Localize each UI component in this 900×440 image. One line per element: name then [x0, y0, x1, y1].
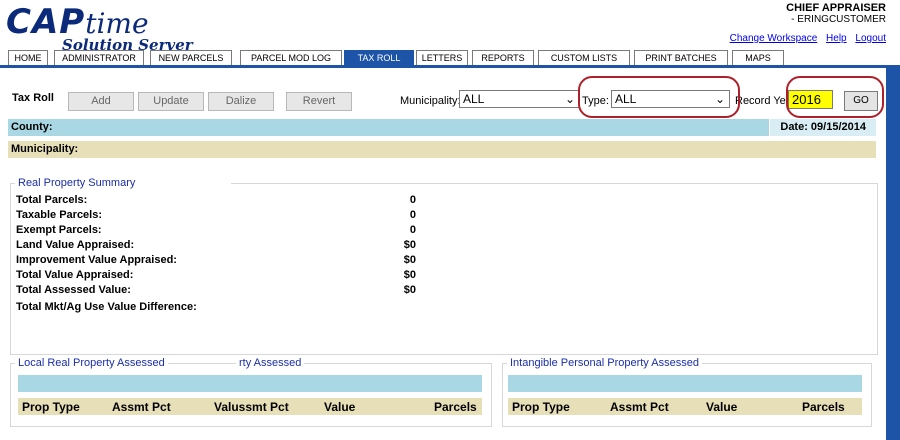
- tab-administrator[interactable]: ADMINISTRATOR: [54, 50, 144, 66]
- county-bar: County: Date: 09/15/2014: [8, 119, 876, 136]
- column-header: Prop Type: [22, 400, 80, 414]
- toolbar-title: Tax Roll: [12, 92, 54, 104]
- logout-link[interactable]: Logout: [855, 33, 886, 44]
- summary-value: $0: [403, 284, 416, 296]
- summary-label: Total Parcels:: [16, 194, 88, 206]
- app-header: CAPtime Solution Server CHIEF APPRAISER …: [0, 0, 900, 54]
- municipality-info-label: Municipality:: [11, 143, 79, 155]
- municipality-select[interactable]: ALL ⌄: [459, 90, 580, 108]
- header-links: Change Workspace Help Logout: [724, 33, 886, 44]
- tab-parcel-mod-log[interactable]: PARCEL MOD LOG: [240, 50, 342, 66]
- real-property-summary: [10, 183, 878, 355]
- tab-print-batches[interactable]: PRINT BATCHES: [634, 50, 728, 66]
- summary-label: Total Assessed Value:: [16, 284, 131, 296]
- column-header: Assmt Pct: [610, 400, 669, 414]
- tax-roll-toolbar: Tax Roll Add Update Dalize Revert Munici…: [8, 76, 884, 118]
- update-button[interactable]: Update: [138, 92, 204, 111]
- revert-button[interactable]: Revert: [286, 92, 352, 111]
- intangible-legend: Intangible Personal Property Assessed: [507, 357, 702, 369]
- municipality-label: Municipality:: [400, 95, 461, 107]
- summary-value: 0: [409, 224, 416, 236]
- summary-value: 0: [409, 194, 416, 206]
- user-name: - ERINGCUSTOMER: [791, 14, 886, 25]
- local-real-property-assessed: [10, 363, 492, 427]
- municipality-value: ALL: [463, 92, 485, 106]
- date-display: Date: 09/15/2014: [769, 119, 876, 136]
- summary-label: Taxable Parcels:: [16, 209, 103, 221]
- local-real-table-header: Prop Type Assmt Pct Valussmt Pct Value P…: [18, 398, 482, 415]
- tab-underline: [0, 65, 900, 68]
- year-highlight-oval: [786, 76, 884, 118]
- tab-letters[interactable]: LETTERS: [416, 50, 468, 66]
- intangible-table-bar: [508, 375, 862, 392]
- column-header: Prop Type: [512, 400, 570, 414]
- add-button[interactable]: Add: [68, 92, 134, 111]
- tab-maps[interactable]: MAPS: [732, 50, 784, 66]
- finalize-button[interactable]: Dalize: [208, 92, 274, 111]
- cap-time-logo: CAPtime Solution Server: [6, 2, 193, 54]
- tab-tax-roll[interactable]: TAX ROLL: [344, 50, 414, 66]
- intangible-table-header: Prop Type Assmt Pct Value Parcels: [508, 398, 862, 415]
- summary-value: $0: [403, 254, 416, 266]
- tab-reports[interactable]: REPORTS: [472, 50, 534, 66]
- column-header: Assmt Pct: [112, 400, 171, 414]
- column-header: Parcels: [434, 400, 477, 414]
- municipality-bar: Municipality:: [8, 141, 876, 158]
- tab-custom-lists[interactable]: CUSTOM LISTS: [538, 50, 630, 66]
- type-highlight-oval: [578, 76, 740, 118]
- local-real-legend-overlap: rty Assessed: [236, 357, 305, 369]
- summary-legend: Real Property Summary: [15, 177, 231, 189]
- summary-label: Total Value Appraised:: [16, 269, 134, 281]
- user-role: CHIEF APPRAISER: [786, 2, 886, 14]
- change-workspace-link[interactable]: Change Workspace: [730, 33, 818, 44]
- local-real-legend: Local Real Property Assessed: [15, 357, 168, 369]
- tab-home[interactable]: HOME: [8, 50, 48, 66]
- column-header: Value: [706, 400, 738, 414]
- summary-label: Exempt Parcels:: [16, 224, 102, 236]
- summary-value: $0: [403, 269, 416, 281]
- user-info: CHIEF APPRAISER - ERINGCUSTOMER: [786, 2, 886, 26]
- help-link[interactable]: Help: [826, 33, 847, 44]
- column-header: Value: [324, 400, 356, 414]
- summary-label: Improvement Value Appraised:: [16, 254, 177, 266]
- intangible-personal-property-assessed: [502, 363, 872, 427]
- column-header: Parcels: [802, 400, 845, 414]
- tab-new-parcels[interactable]: NEW PARCELS: [150, 50, 232, 66]
- summary-label: Total Mkt/Ag Use Value Difference:: [16, 301, 197, 313]
- summary-value: 0: [409, 209, 416, 221]
- main-tab-bar: HOME ADMINISTRATOR NEW PARCELS PARCEL MO…: [0, 50, 900, 66]
- summary-value: $0: [403, 239, 416, 251]
- right-frame-border: [886, 65, 900, 440]
- local-real-table-bar: [18, 375, 482, 392]
- column-header: Valussmt Pct: [214, 400, 289, 414]
- chevron-down-icon: ⌄: [564, 92, 575, 106]
- county-label: County:: [11, 121, 53, 133]
- summary-label: Land Value Appraised:: [16, 239, 135, 251]
